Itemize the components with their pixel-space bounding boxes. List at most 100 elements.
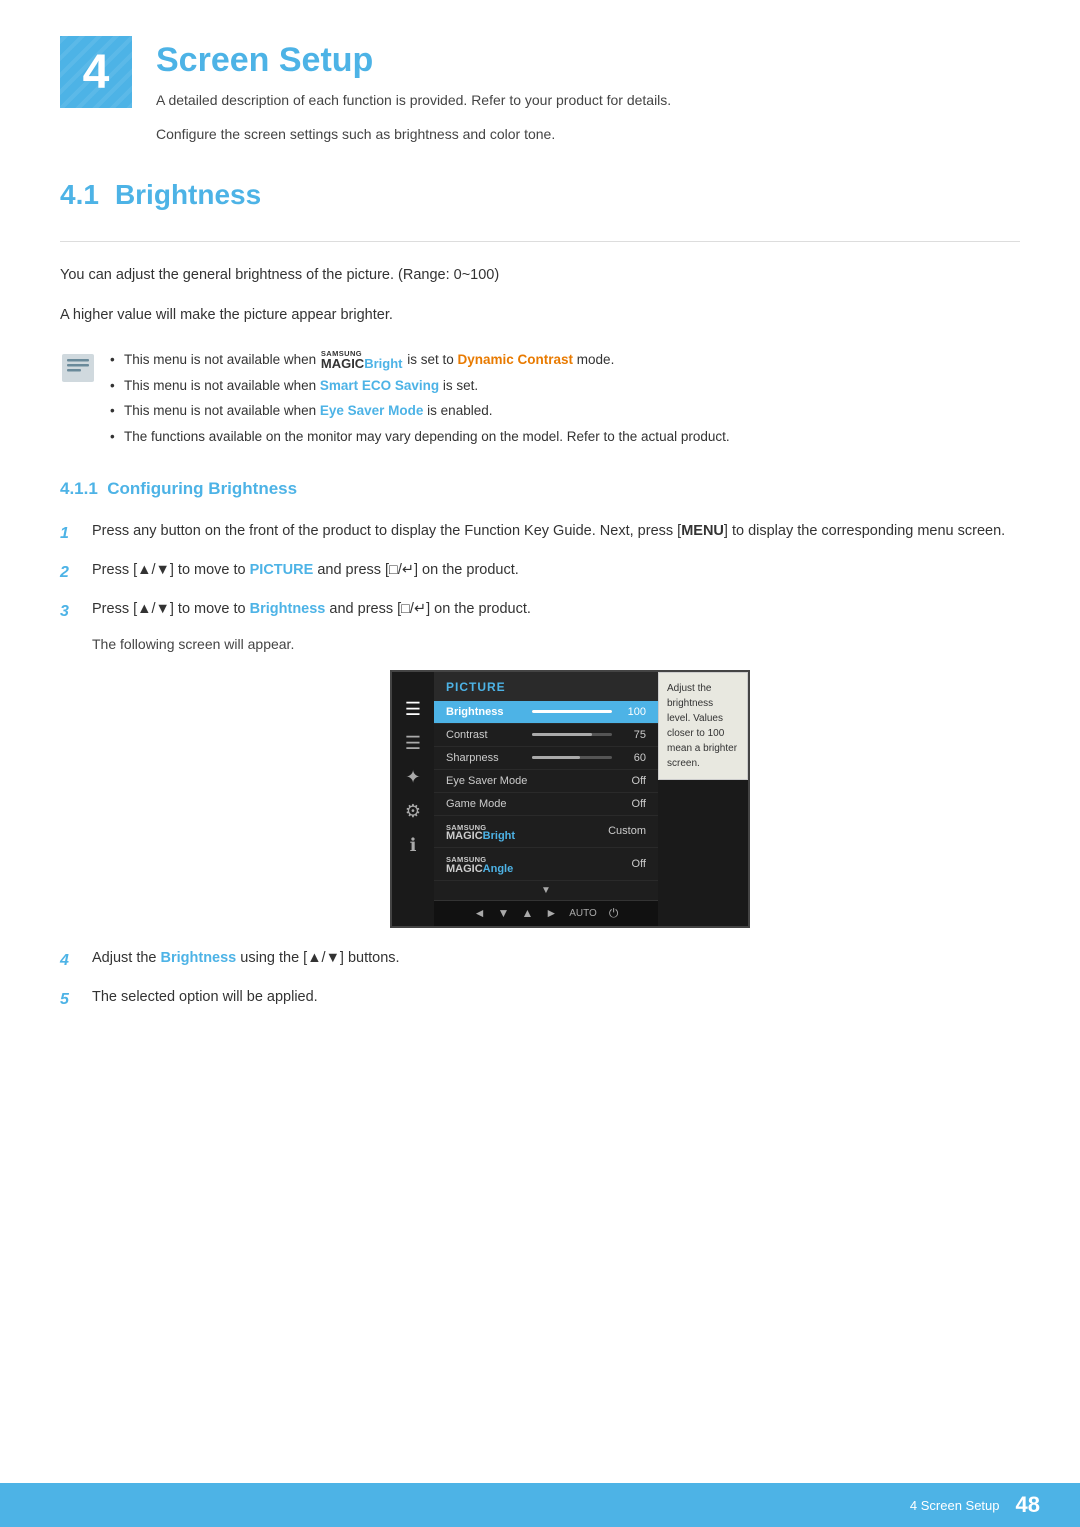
steps-list-2: 4 Adjust the Brightness using the [▲/▼] … [60, 946, 1020, 1014]
notes-block: This menu is not available when SAMSUNG … [60, 348, 1020, 451]
note-3: This menu is not available when Eye Save… [110, 399, 730, 423]
samsung-magic-bright-brand: SAMSUNG MAGICBright [321, 350, 403, 372]
contrast-track [532, 733, 612, 736]
step-3-sub: The following screen will appear. [92, 636, 1020, 652]
step-5: 5 The selected option will be applied. [60, 985, 1020, 1014]
menu-row-game-mode: Game Mode Off [434, 793, 658, 816]
eye-saver-label: Eye Saver Mode [320, 403, 424, 418]
step-4: 4 Adjust the Brightness using the [▲/▼] … [60, 946, 1020, 975]
menu-row-eye-saver: Eye Saver Mode Off [434, 770, 658, 793]
steps-list: 1 Press any button on the front of the p… [60, 519, 1020, 626]
step-2-text: Press [▲/▼] to move to PICTURE and press… [92, 558, 1020, 583]
sidebar-icon-menu2: ☰ [405, 734, 421, 752]
subsection-411-heading: 4.1.1 Configuring Brightness [60, 479, 1020, 499]
contrast-bar: 75 [532, 729, 646, 741]
contrast-value: 75 [618, 729, 646, 741]
samsung-label-angle: SAMSUNG MAGICAngle [446, 856, 513, 875]
magic-bright-value: Custom [608, 825, 646, 837]
brightness-bold-4: Brightness [161, 950, 237, 966]
sharpness-fill [532, 756, 580, 759]
down-arrow-icon: ▼ [541, 885, 551, 896]
menu-scroll-arrow: ▼ [434, 881, 658, 900]
step-5-text: The selected option will be applied. [92, 985, 1020, 1010]
nav-down-icon: ▼ [498, 906, 510, 920]
sidebar-icon-settings: ✦ [405, 768, 420, 786]
menu-row-magic-bright: SAMSUNG MAGICBright Custom [434, 816, 658, 849]
subsection-411-number: 4.1.1 [60, 479, 98, 498]
section-41-title: Brightness [115, 179, 261, 210]
section-41-heading: 4.1 Brightness [60, 179, 1020, 217]
sidebar-icon-gear: ⚙ [405, 802, 421, 820]
smart-eco-label: Smart ECO Saving [320, 378, 439, 393]
brightness-fill [532, 710, 612, 713]
step-3: 3 Press [▲/▼] to move to Brightness and … [60, 597, 1020, 626]
monitor-screen: ☰ ☰ ✦ ⚙ ℹ PICTURE Brightness [390, 670, 750, 928]
sharpness-track [532, 756, 612, 759]
chapter-title: Screen Setup [156, 42, 671, 79]
page-footer: 4 Screen Setup 48 [0, 1483, 1080, 1527]
notes-list: This menu is not available when SAMSUNG … [110, 348, 730, 451]
nav-up-icon: ▲ [521, 906, 533, 920]
screen-menu: PICTURE Brightness 100 [434, 672, 658, 926]
note-2: This menu is not available when Smart EC… [110, 374, 730, 398]
step-2-num: 2 [60, 559, 86, 587]
step-1-text: Press any button on the front of the pro… [92, 519, 1020, 544]
main-content: 4.1 Brightness You can adjust the general… [0, 179, 1080, 1104]
step-4-num: 4 [60, 947, 86, 975]
footer-page-number: 48 [1016, 1492, 1040, 1518]
nav-left-icon: ◄ [474, 906, 486, 920]
nav-power-icon: ⏻ [609, 906, 619, 921]
nav-right-icon: ► [545, 906, 557, 920]
step-1-num: 1 [60, 520, 86, 548]
step-5-num: 5 [60, 986, 86, 1014]
brightness-label-step3: Brightness [250, 601, 326, 617]
game-mode-value: Off [618, 798, 646, 810]
sharpness-bar: 60 [532, 752, 646, 764]
menu-eye-saver-label: Eye Saver Mode [446, 775, 527, 787]
menu-row-sharpness: Sharpness 60 [434, 747, 658, 770]
screen-tooltip: Adjust the brightness level. Values clos… [658, 672, 748, 780]
dynamic-contrast-label: Dynamic Contrast [458, 352, 574, 367]
chapter-number: 4 [83, 45, 110, 100]
samsung-label-bright: SAMSUNG MAGICBright [446, 824, 515, 843]
menu-magic-bright-label: SAMSUNG MAGICBright [446, 821, 515, 843]
notes-icon [60, 350, 96, 386]
menu-header-text: PICTURE [446, 680, 506, 694]
menu-contrast-label: Contrast [446, 729, 488, 741]
contrast-fill [532, 733, 592, 736]
menu-magic-angle-label: SAMSUNG MAGICAngle [446, 853, 513, 875]
screen-nav-bar: ◄ ▼ ▲ ► AUTO ⏻ [434, 900, 658, 926]
menu-row-contrast: Contrast 75 [434, 724, 658, 747]
menu-brightness-label: Brightness [446, 706, 503, 718]
chapter-number-box: 4 [60, 36, 132, 108]
eye-saver-value: Off [618, 775, 646, 787]
screen-sidebar: ☰ ☰ ✦ ⚙ ℹ [392, 672, 434, 926]
subsection-411-title: Configuring Brightness [107, 479, 297, 498]
brightness-para2: A higher value will make the picture app… [60, 302, 1020, 328]
chapter-desc2: Configure the screen settings such as br… [156, 123, 671, 147]
picture-label: PICTURE [250, 562, 314, 578]
note-4: The functions available on the monitor m… [110, 425, 730, 449]
brightness-value: 100 [618, 706, 646, 718]
sharpness-value: 60 [618, 752, 646, 764]
brightness-track [532, 710, 612, 713]
menu-row-magic-angle: SAMSUNG MAGICAngle Off [434, 848, 658, 881]
sidebar-icon-brightness: ☰ [405, 700, 421, 718]
brightness-bar: 100 [532, 706, 646, 718]
menu-header: PICTURE [434, 672, 658, 701]
step-3-text: Press [▲/▼] to move to Brightness and pr… [92, 597, 1020, 622]
brightness-para1: You can adjust the general brightness of… [60, 262, 1020, 288]
note-1: This menu is not available when SAMSUNG … [110, 348, 730, 372]
footer-section-label: 4 Screen Setup [910, 1498, 1000, 1513]
step-3-num: 3 [60, 598, 86, 626]
section-divider [60, 241, 1020, 242]
screen-layout: ☰ ☰ ✦ ⚙ ℹ PICTURE Brightness [392, 672, 748, 926]
chapter-desc1: A detailed description of each function … [156, 89, 671, 113]
menu-game-mode-label: Game Mode [446, 798, 507, 810]
sidebar-icon-info: ℹ [410, 836, 417, 854]
step-4-text: Adjust the Brightness using the [▲/▼] bu… [92, 946, 1020, 971]
section-41-number: 4.1 [60, 179, 99, 210]
step-2: 2 Press [▲/▼] to move to PICTURE and pre… [60, 558, 1020, 587]
menu-row-brightness: Brightness 100 [434, 701, 658, 724]
step-1: 1 Press any button on the front of the p… [60, 519, 1020, 548]
